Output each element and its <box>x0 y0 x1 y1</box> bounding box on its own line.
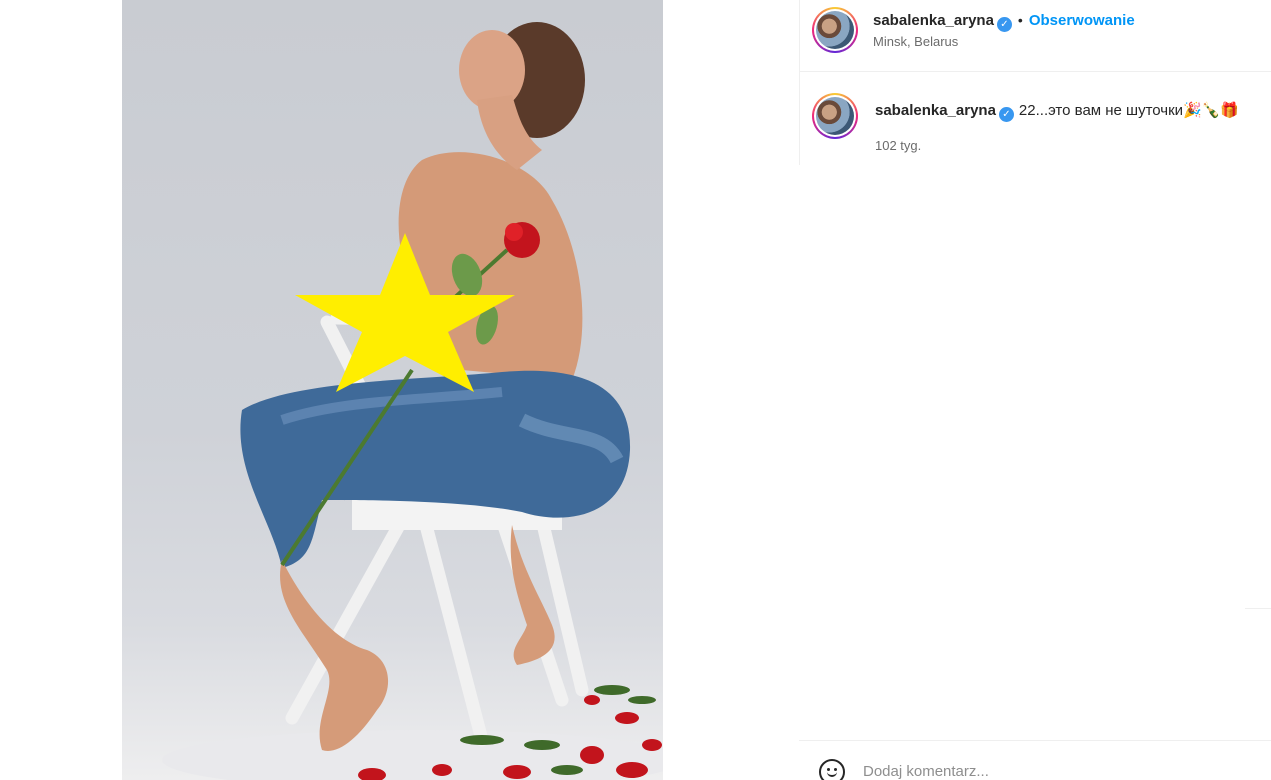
post-timestamp[interactable]: 102 tyg. <box>875 138 921 153</box>
separator-dot: • <box>1017 12 1023 28</box>
photo-illustration <box>162 22 663 780</box>
author-line: sabalenka_aryna ✓ • Obserwowanie <box>873 12 1135 32</box>
verified-icon: ✓ <box>998 107 1014 122</box>
post-header: sabalenka_aryna ✓ • Obserwowanie Minsk, Bel… <box>799 0 1271 72</box>
caption-username[interactable]: sabalenka_aryna <box>875 102 996 119</box>
caption-line: sabalenka_aryna ✓ 22...это вам не шуточки🎉… <box>875 101 1239 122</box>
caption: sabalenka_aryna ✓ 22...это вам не шуточки🎉… <box>799 88 1271 168</box>
following-button[interactable]: Obserwowanie <box>1029 12 1135 29</box>
post-photo[interactable] <box>122 0 663 780</box>
caption-avatar[interactable] <box>812 93 858 139</box>
location-link[interactable]: Minsk, Belarus <box>873 34 958 49</box>
panel-divider <box>799 0 800 165</box>
emoji-icon[interactable] <box>819 759 845 780</box>
author-avatar[interactable] <box>812 7 858 53</box>
caption-text: 22...это вам не шуточки🎉🍾🎁 <box>1018 102 1240 119</box>
section-divider <box>1245 608 1271 609</box>
verified-icon: ✓ <box>996 17 1012 32</box>
author-username[interactable]: sabalenka_aryna <box>873 12 994 29</box>
comment-bar <box>799 740 1271 780</box>
comment-input[interactable] <box>863 763 1243 780</box>
post-side-panel: sabalenka_aryna ✓ • Obserwowanie Minsk, Bel… <box>799 0 1271 780</box>
